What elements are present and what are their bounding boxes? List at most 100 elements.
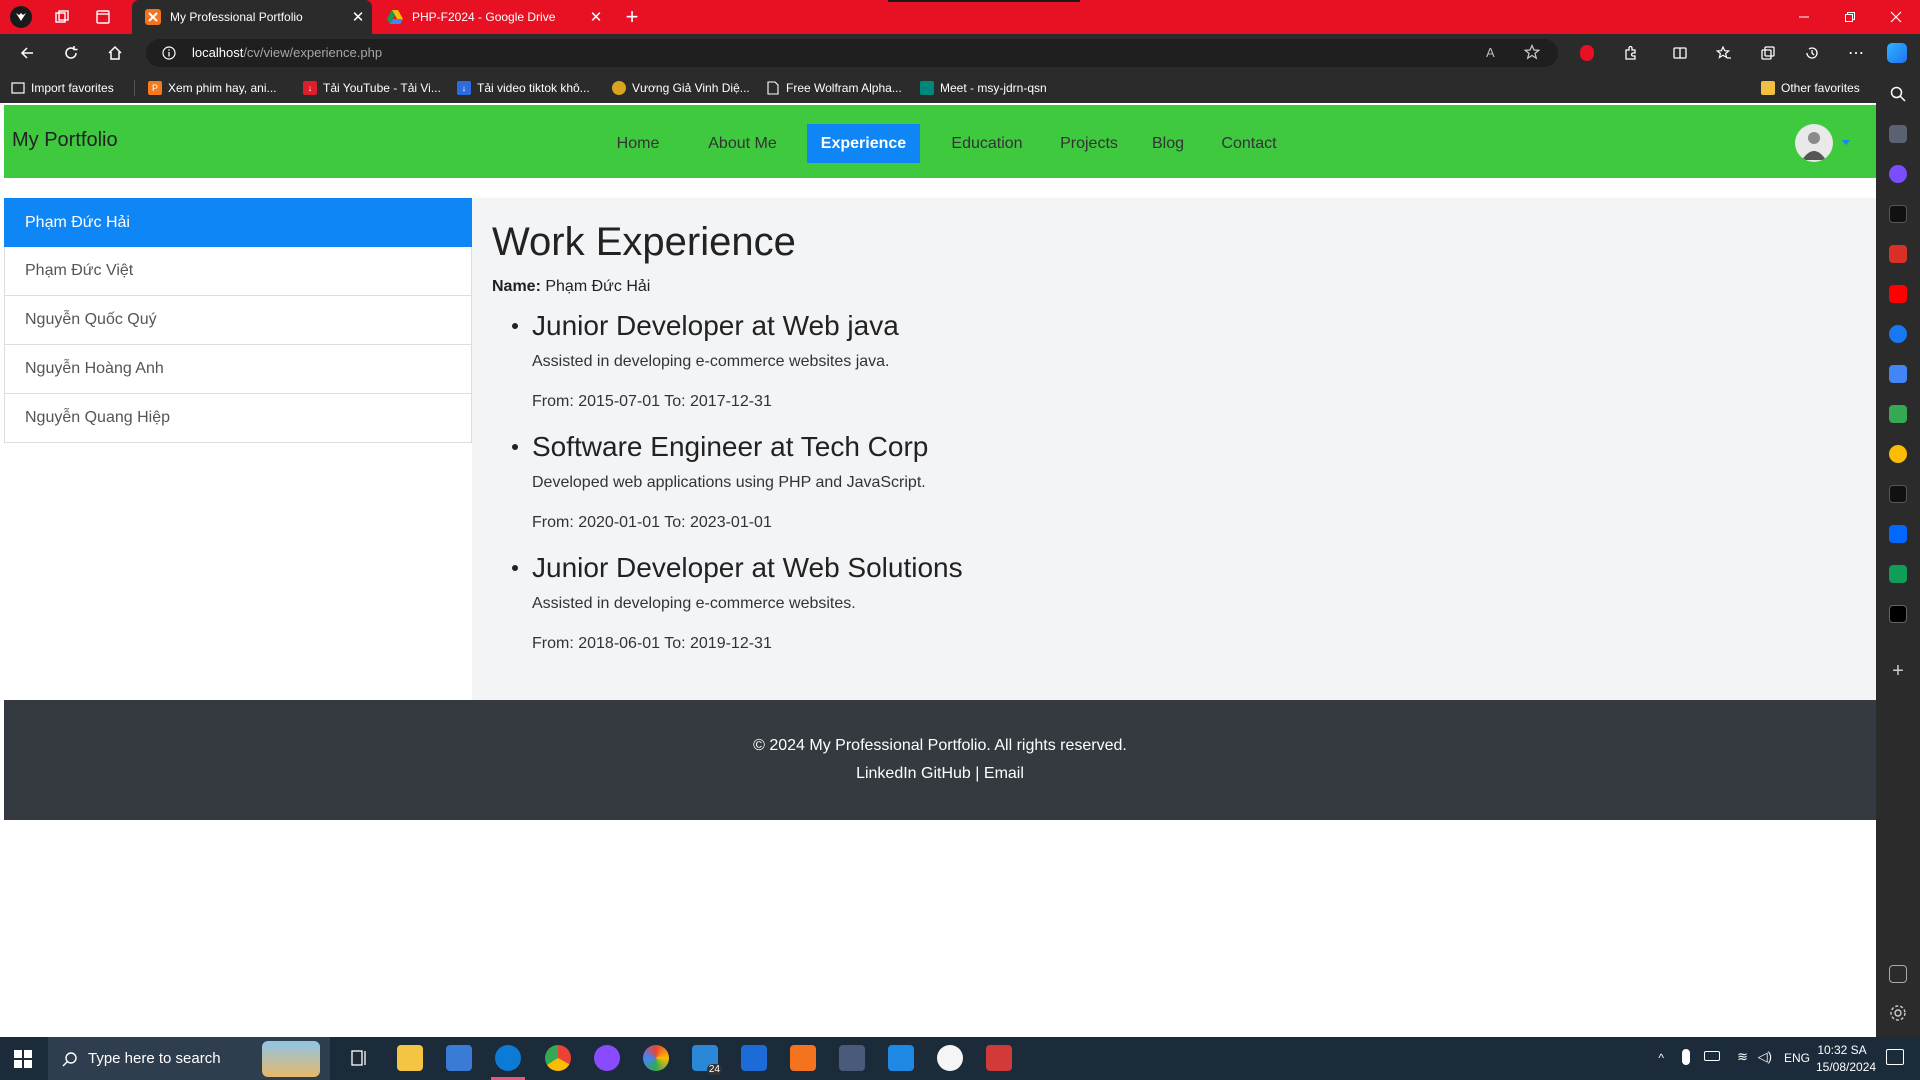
- extension-red-icon[interactable]: [1574, 41, 1600, 65]
- favorite-tai-tiktok[interactable]: ↓ Tải video tiktok khô...: [457, 80, 590, 96]
- person-item[interactable]: Nguyễn Hoàng Anh: [4, 345, 472, 394]
- microphone-icon[interactable]: [1682, 1049, 1690, 1065]
- favorite-import[interactable]: Import favorites: [11, 80, 114, 96]
- favorite-vuong-gia[interactable]: Vương Giả Vinh Diệ...: [612, 80, 750, 96]
- avatar-dropdown-caret-icon[interactable]: [1842, 140, 1850, 145]
- person-item[interactable]: Phạm Đức Việt: [4, 247, 472, 296]
- messenger-taskbar-icon[interactable]: [594, 1045, 620, 1071]
- favorite-star-icon[interactable]: [1524, 44, 1540, 60]
- tiktok-alt-icon[interactable]: [1889, 485, 1907, 503]
- nav-projects[interactable]: Projects: [1054, 124, 1124, 163]
- store-icon[interactable]: 24: [692, 1045, 722, 1075]
- avatar[interactable]: [1795, 124, 1833, 162]
- history-icon[interactable]: [1799, 41, 1825, 65]
- app-alt-icon[interactable]: [839, 1045, 865, 1071]
- facebook-icon[interactable]: [1889, 325, 1907, 343]
- nav-blog[interactable]: Blog: [1144, 124, 1192, 163]
- tab-google-drive[interactable]: PHP-F2024 - Google Drive ✕: [374, 0, 610, 34]
- restore-icon[interactable]: [1827, 0, 1873, 34]
- translate-icon[interactable]: [1889, 365, 1907, 383]
- other-favorites-folder[interactable]: Other favorites: [1761, 80, 1860, 96]
- notification-icon[interactable]: [1886, 1049, 1904, 1065]
- chrome-icon[interactable]: [545, 1045, 571, 1071]
- wifi-icon[interactable]: ≋: [1737, 1049, 1748, 1065]
- tab-my-professional-portfolio[interactable]: My Professional Portfolio ✕: [132, 0, 372, 34]
- person-item[interactable]: Phạm Đức Hải: [4, 198, 472, 247]
- volume-icon[interactable]: ◁): [1758, 1049, 1772, 1065]
- page-viewport: My Portfolio Home About Me Experience Ed…: [4, 103, 1876, 1037]
- games-icon[interactable]: [1889, 125, 1907, 143]
- new-tab-icon[interactable]: +: [620, 4, 644, 29]
- home-icon[interactable]: [102, 41, 128, 65]
- person-item[interactable]: Nguyễn Quốc Quý: [4, 296, 472, 345]
- collections-icon[interactable]: [1755, 41, 1781, 65]
- screenshot-icon[interactable]: [1889, 965, 1907, 983]
- extensions-icon[interactable]: [1618, 41, 1644, 65]
- favorite-wolfram[interactable]: Free Wolfram Alpha...: [766, 80, 902, 96]
- nav-about-me[interactable]: About Me: [698, 124, 787, 163]
- file-explorer-icon[interactable]: [397, 1045, 423, 1071]
- copilot-icon[interactable]: [1884, 41, 1910, 65]
- taskbar-search[interactable]: Type here to search: [48, 1037, 330, 1080]
- xampp-icon[interactable]: [790, 1045, 816, 1071]
- site-brand[interactable]: My Portfolio: [12, 129, 118, 152]
- zalo-icon[interactable]: [1889, 525, 1907, 543]
- app-red-icon[interactable]: [986, 1045, 1012, 1071]
- nav-home[interactable]: Home: [608, 124, 668, 163]
- windows-start-icon[interactable]: [14, 1050, 32, 1068]
- email-link[interactable]: Email: [984, 765, 1024, 782]
- job-dates: From: 2015-07-01 To: 2017-12-31: [532, 393, 772, 410]
- nav-education[interactable]: Education: [936, 124, 1038, 163]
- photos-taskbar-icon[interactable]: [643, 1045, 669, 1071]
- job-description: Assisted in developing e-commerce websit…: [532, 353, 890, 370]
- close-tab-icon[interactable]: ✕: [582, 8, 610, 26]
- wps-icon[interactable]: [741, 1045, 767, 1071]
- favorite-meet[interactable]: Meet - msy-jdrn-qsn: [920, 80, 1047, 96]
- back-icon[interactable]: [14, 41, 40, 65]
- favorite-tai-youtube[interactable]: ↓ Tải YouTube - Tải Vi...: [303, 80, 441, 96]
- search-icon[interactable]: [1889, 85, 1907, 103]
- tiktok-dark-icon[interactable]: [1889, 605, 1907, 623]
- drive-icon[interactable]: [1889, 405, 1907, 423]
- meet-icon[interactable]: [1889, 565, 1907, 583]
- favorite-xem-phim[interactable]: P Xem phim hay, ani...: [148, 80, 277, 96]
- tiktok-icon[interactable]: [1889, 205, 1907, 223]
- more-menu-icon[interactable]: ⋯: [1843, 41, 1869, 65]
- address-bar[interactable]: localhost/cv/view/experience.php A: [146, 39, 1558, 67]
- linkedin-link[interactable]: LinkedIn: [856, 765, 917, 782]
- add-sidebar-app-icon[interactable]: +: [1889, 661, 1907, 681]
- minimize-icon[interactable]: [1781, 0, 1827, 34]
- task-view-icon[interactable]: [347, 1045, 373, 1071]
- chat-icon[interactable]: [937, 1045, 963, 1071]
- close-window-icon[interactable]: [1873, 0, 1919, 34]
- vuong-gia-icon: [612, 81, 626, 95]
- youtube-icon[interactable]: [1889, 285, 1907, 303]
- vscode-icon[interactable]: [888, 1045, 914, 1071]
- read-aloud-icon[interactable]: A: [1486, 45, 1495, 60]
- messenger-icon[interactable]: [1889, 165, 1907, 183]
- job-item: Junior Developer at Web java Assisted in…: [512, 309, 1432, 411]
- clock[interactable]: 10:32 SA 15/08/2024: [1816, 1043, 1876, 1074]
- site-info-icon[interactable]: [162, 46, 176, 60]
- nav-contact[interactable]: Contact: [1214, 124, 1284, 163]
- language-indicator[interactable]: ENG: [1784, 1051, 1810, 1065]
- job-item: Software Engineer at Tech Corp Developed…: [512, 430, 1432, 532]
- refresh-icon[interactable]: [58, 41, 84, 65]
- tab-actions-icon[interactable]: [91, 5, 115, 29]
- show-hidden-icons[interactable]: ^: [1658, 1051, 1664, 1065]
- github-link[interactable]: GitHub: [921, 765, 971, 782]
- nav-experience[interactable]: Experience: [807, 124, 920, 163]
- person-item[interactable]: Nguyễn Quang Hiệp: [4, 394, 472, 443]
- battery-icon[interactable]: [1704, 1051, 1720, 1061]
- workspaces-icon[interactable]: [50, 5, 74, 29]
- url-text[interactable]: localhost/cv/view/experience.php: [192, 45, 382, 60]
- close-tab-icon[interactable]: ✕: [344, 8, 372, 26]
- app-icon[interactable]: [446, 1045, 472, 1071]
- profile-icon[interactable]: [9, 5, 33, 29]
- favorites-icon[interactable]: [1711, 41, 1737, 65]
- sidebar-settings-icon[interactable]: [1889, 1004, 1907, 1022]
- edge-icon[interactable]: [495, 1045, 521, 1071]
- photos-icon[interactable]: [1889, 445, 1907, 463]
- gmail-icon[interactable]: [1889, 245, 1907, 263]
- split-screen-icon[interactable]: [1667, 41, 1693, 65]
